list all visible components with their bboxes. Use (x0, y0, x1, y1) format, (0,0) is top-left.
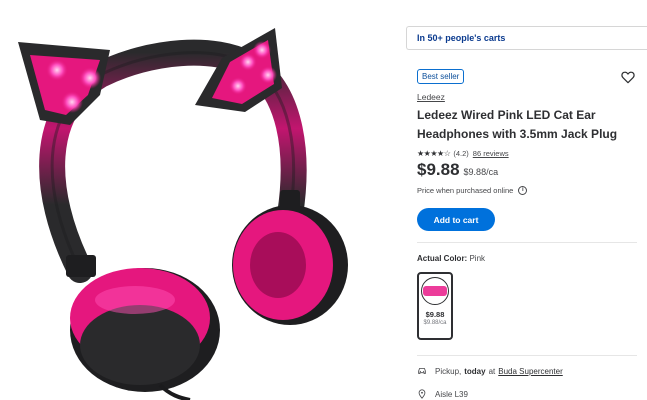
car-icon (418, 368, 426, 374)
info-icon[interactable]: i (518, 186, 528, 195)
product-info-panel: In 50+ people's carts Best seller Ledeez… (406, 0, 647, 400)
swatch-price: $9.88 (425, 310, 445, 319)
best-seller-badge: Best seller (417, 69, 465, 84)
carts-banner: In 50+ people's carts (406, 26, 647, 50)
product-image[interactable] (0, 0, 400, 400)
pickup-row: Pickup, today at Buda Supercenter (417, 366, 563, 376)
price-note: Price when purchased online i (417, 186, 528, 195)
brand-link[interactable]: Ledeez (417, 92, 445, 102)
color-label-key: Actual Color: (417, 254, 468, 263)
swatch-unit-price: $9.88/ca (423, 320, 447, 326)
reviews-link[interactable]: 86 reviews (473, 149, 509, 158)
product-title: Ledeez Wired Pink LED Cat Ear Headphones… (417, 108, 618, 141)
pickup-label: Pickup, (435, 366, 462, 376)
pickup-when: today (464, 366, 486, 376)
aisle-row: Aisle L39 (417, 389, 468, 399)
aisle-text: Aisle L39 (435, 389, 468, 399)
pickup-at: at (488, 366, 496, 376)
swatch-circle (421, 277, 449, 305)
current-price: $9.88 (417, 160, 460, 179)
swatch-color-fill (423, 286, 447, 296)
store-link[interactable]: Buda Supercenter (498, 367, 563, 376)
color-swatch-pink[interactable]: $9.88 $9.88/ca (417, 272, 453, 340)
rating-stars: ★★★★☆ (417, 148, 451, 158)
rating-value: (4.2) (453, 148, 469, 158)
price-note-text: Price when purchased online (417, 186, 514, 195)
divider (417, 355, 637, 356)
color-label: Actual Color: Pink (417, 254, 485, 263)
price-row: $9.88 $9.88/ca (417, 160, 498, 180)
color-value: Pink (469, 254, 486, 263)
add-to-cart-button[interactable]: Add to cart (417, 208, 495, 231)
unit-price: $9.88/ca (463, 167, 499, 177)
heart-icon[interactable] (620, 69, 636, 85)
location-pin-icon (418, 389, 426, 399)
divider (417, 242, 637, 243)
rating-row: ★★★★☆ (4.2) 86 reviews (417, 148, 509, 158)
